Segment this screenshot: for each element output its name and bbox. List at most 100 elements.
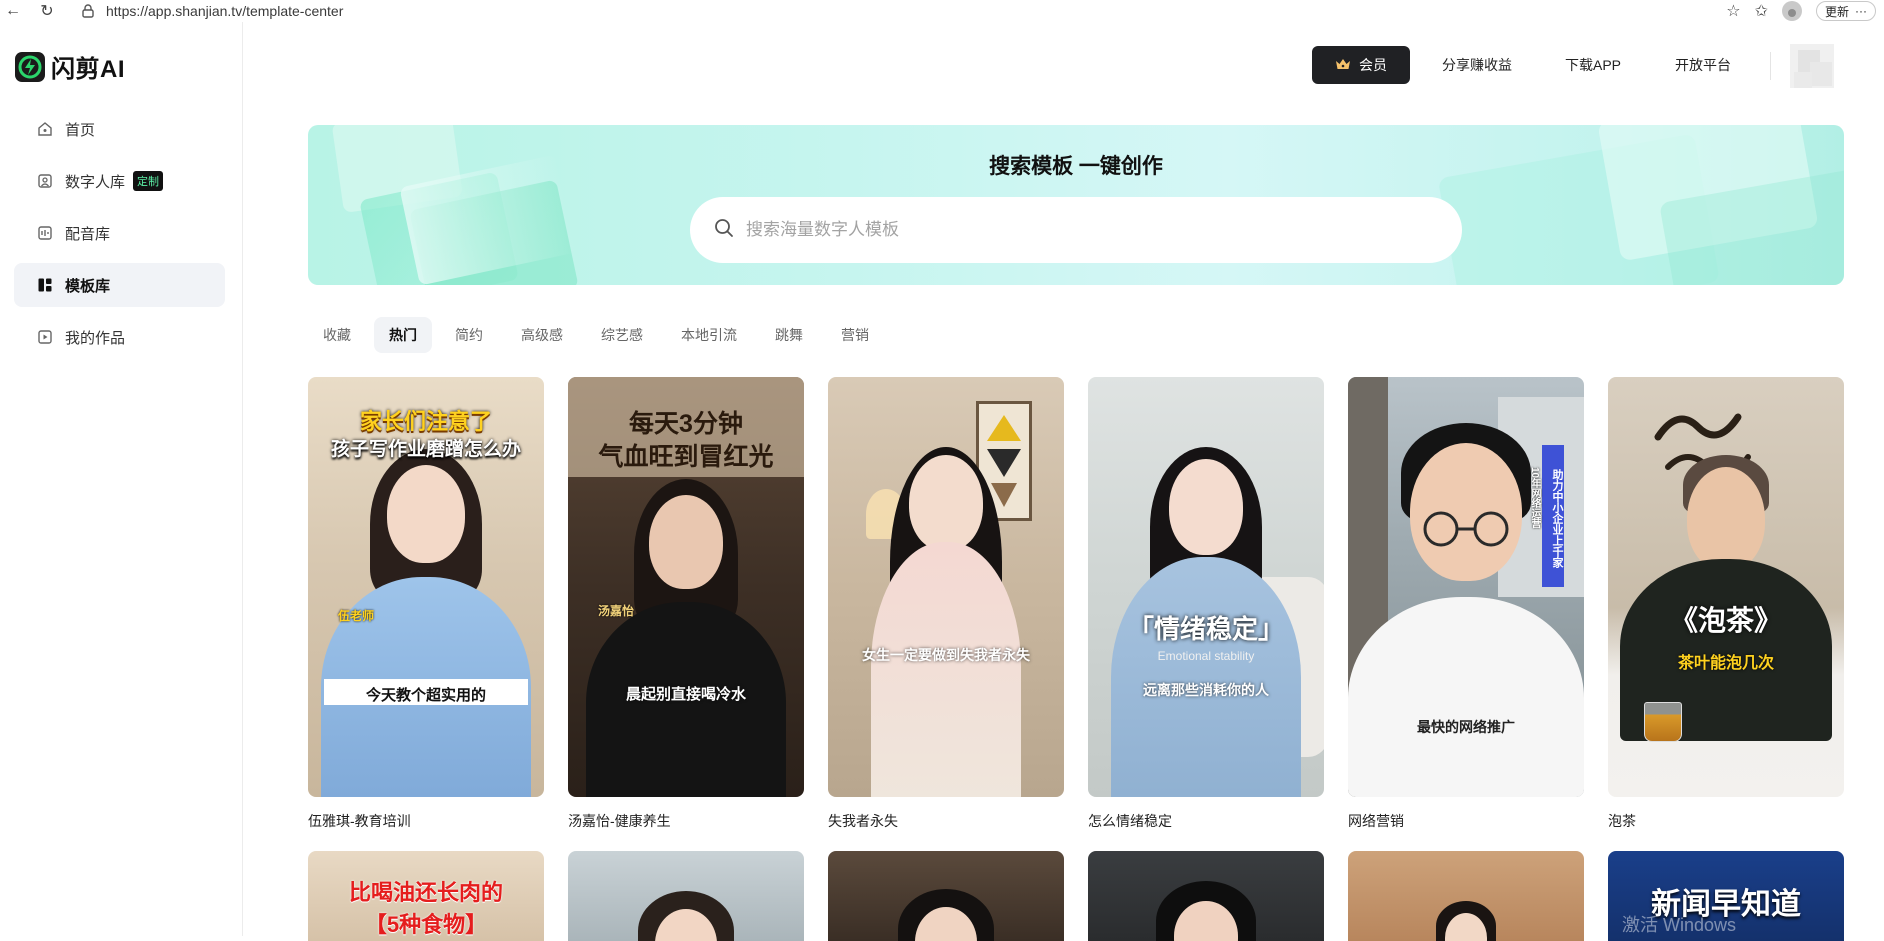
search-box[interactable] — [690, 197, 1462, 263]
template-card[interactable] — [828, 851, 1064, 941]
tab-premium[interactable]: 高级感 — [506, 317, 578, 353]
caption-subheadline: 【5种食物】 — [364, 912, 488, 937]
tab-local[interactable]: 本地引流 — [666, 317, 752, 353]
template-card[interactable]: 「情绪稳定」 Emotional stability 远离那些消耗你的人 怎么情… — [1088, 377, 1324, 831]
template-card[interactable]: 家长们注意了 孩子写作业磨蹭怎么办 伍老师 今天教个超实用的 伍雅琪-教育培训 — [308, 377, 544, 831]
caption-name: 汤嘉怡 — [598, 604, 635, 618]
sidebar-item-label: 首页 — [65, 121, 96, 139]
tab-favorites[interactable]: 收藏 — [308, 317, 366, 353]
caption-headline: 「情绪稳定」 — [1127, 614, 1284, 644]
sidebar-nav: 首页 数字人库 定制 配音库 模板库 我的作品 — [14, 107, 225, 367]
template-thumbnail[interactable] — [1088, 851, 1324, 941]
tab-dance[interactable]: 跳舞 — [760, 317, 818, 353]
template-thumbnail[interactable]: 女生一定要做到失我者永失 — [828, 377, 1064, 797]
sidebar-item-label: 数字人库 — [65, 173, 126, 191]
sidebar-item-digital-human[interactable]: 数字人库 定制 — [14, 159, 225, 203]
back-icon[interactable]: ← — [2, 0, 24, 22]
site-info-icon[interactable] — [80, 3, 96, 19]
template-title[interactable]: 汤嘉怡-健康养生 — [568, 811, 804, 831]
caption-subtitle: 晨起别直接喝冷水 — [625, 686, 746, 703]
template-title[interactable]: 失我者永失 — [828, 811, 1064, 831]
search-input[interactable] — [746, 220, 1426, 240]
profile-icon[interactable] — [1781, 1, 1802, 21]
sidebar-item-home[interactable]: 首页 — [14, 107, 225, 151]
voice-icon — [36, 224, 54, 242]
home-icon — [36, 120, 54, 138]
vip-button[interactable]: 会员 — [1312, 46, 1410, 84]
template-card[interactable] — [1348, 851, 1584, 941]
template-card[interactable]: 比喝油还长肉的 【5种食物】 — [308, 851, 544, 941]
search-icon — [714, 218, 734, 243]
reload-icon[interactable]: ↻ — [36, 0, 58, 22]
tab-variety[interactable]: 综艺感 — [586, 317, 658, 353]
divider — [1770, 52, 1771, 80]
open-platform-link[interactable]: 开放平台 — [1675, 46, 1731, 84]
glasses-icon — [1423, 511, 1509, 547]
address-bar[interactable]: https://app.shanjian.tv/template-center — [72, 0, 1752, 22]
template-thumbnail[interactable] — [568, 851, 804, 941]
os-watermark: 激活 Windows — [1622, 915, 1737, 935]
update-button[interactable]: 更新 ··· — [1815, 1, 1876, 21]
template-thumbnail[interactable]: 每天3分钟 气血旺到冒红光 汤嘉怡 晨起别直接喝冷水 — [568, 377, 804, 797]
template-card[interactable] — [568, 851, 804, 941]
person-face — [649, 495, 723, 589]
top-bar: 会员 分享赚收益 下载APP 开放平台 — [244, 22, 1884, 110]
caption-subheadline: 孩子写作业磨蹭怎么办 — [330, 439, 521, 460]
tab-hot[interactable]: 热门 — [374, 317, 432, 353]
sidebar: 闪剪AI 首页 数字人库 定制 配音库 模板库 我的作品 — [0, 22, 243, 936]
tab-marketing[interactable]: 营销 — [826, 317, 884, 353]
sidebar-item-my-works[interactable]: 我的作品 — [14, 315, 225, 359]
star-icon[interactable]: ☆ — [1726, 1, 1740, 21]
template-thumbnail[interactable]: 「情绪稳定」 Emotional stability 远离那些消耗你的人 — [1088, 377, 1324, 797]
template-card[interactable]: 女生一定要做到失我者永失 失我者永失 — [828, 377, 1064, 831]
template-card[interactable]: 新闻早知道 激活 Windows — [1608, 851, 1844, 941]
person-face — [387, 465, 465, 563]
person-body — [1348, 597, 1584, 797]
template-thumbnail[interactable]: 比喝油还长肉的 【5种食物】 — [308, 851, 544, 941]
template-thumbnail[interactable]: 家长们注意了 孩子写作业磨蹭怎么办 伍老师 今天教个超实用的 — [308, 377, 544, 797]
template-card[interactable]: 《泡茶》 茶叶能泡几次 泡茶 — [1608, 377, 1844, 831]
digital-human-icon — [36, 172, 54, 190]
caption-headline: 比喝油还长肉的 — [348, 880, 503, 905]
template-card[interactable] — [1088, 851, 1324, 941]
template-thumbnail[interactable] — [828, 851, 1064, 941]
template-card[interactable]: 助力中小企业上千家 10年网络运营 最快的网络推广 网络营销 — [1348, 377, 1584, 831]
person-face — [909, 455, 983, 551]
caption-headline: 《泡茶》 — [1669, 605, 1782, 636]
template-thumbnail[interactable]: 助力中小企业上千家 10年网络运营 最快的网络推广 — [1348, 377, 1584, 797]
person-body — [1111, 557, 1301, 797]
template-title[interactable]: 怎么情绪稳定 — [1088, 811, 1324, 831]
template-thumbnail[interactable] — [1348, 851, 1584, 941]
update-label: 更新 — [1824, 4, 1849, 19]
template-title[interactable]: 伍雅琪-教育培训 — [308, 811, 544, 831]
caption-headline: 每天3分钟 — [629, 410, 743, 438]
caption-subtitle: 今天教个超实用的 — [365, 687, 486, 704]
download-app-link[interactable]: 下载APP — [1565, 46, 1621, 84]
logo-icon — [15, 51, 45, 82]
favorites-icon[interactable]: ✩ — [1755, 1, 1768, 21]
person-face — [1687, 467, 1765, 571]
caption-headline: 家长们注意了 — [359, 409, 492, 434]
vip-label: 会员 — [1359, 57, 1387, 73]
user-avatar[interactable] — [1784, 36, 1840, 94]
app-logo[interactable]: 闪剪AI — [15, 49, 125, 84]
template-thumbnail[interactable]: 新闻早知道 激活 Windows — [1608, 851, 1844, 941]
template-title[interactable]: 泡茶 — [1608, 811, 1844, 831]
template-card[interactable]: 每天3分钟 气血旺到冒红光 汤嘉怡 晨起别直接喝冷水 汤嘉怡-健康养生 — [568, 377, 804, 831]
template-thumbnail[interactable]: 《泡茶》 茶叶能泡几次 — [1608, 377, 1844, 797]
more-icon: ··· — [1855, 4, 1867, 18]
url-text: https://app.shanjian.tv/template-center — [106, 3, 344, 19]
banner-title: 搜索模板 一键创作 — [989, 155, 1163, 178]
crown-icon — [1335, 57, 1351, 74]
sidebar-item-voice[interactable]: 配音库 — [14, 211, 225, 255]
template-title[interactable]: 网络营销 — [1348, 811, 1584, 831]
caption-subheadline: 气血旺到冒红光 — [598, 443, 774, 471]
sidebar-item-templates[interactable]: 模板库 — [14, 263, 225, 307]
share-earn-link[interactable]: 分享赚收益 — [1442, 46, 1512, 84]
custom-badge: 定制 — [133, 171, 164, 191]
tab-simple[interactable]: 简约 — [440, 317, 498, 353]
person-body — [871, 542, 1021, 797]
sidebar-item-label: 模板库 — [65, 277, 111, 295]
caption-side-small: 10年网络运营 — [1529, 467, 1540, 529]
caption-subtitle: 远离那些消耗你的人 — [1143, 682, 1269, 698]
